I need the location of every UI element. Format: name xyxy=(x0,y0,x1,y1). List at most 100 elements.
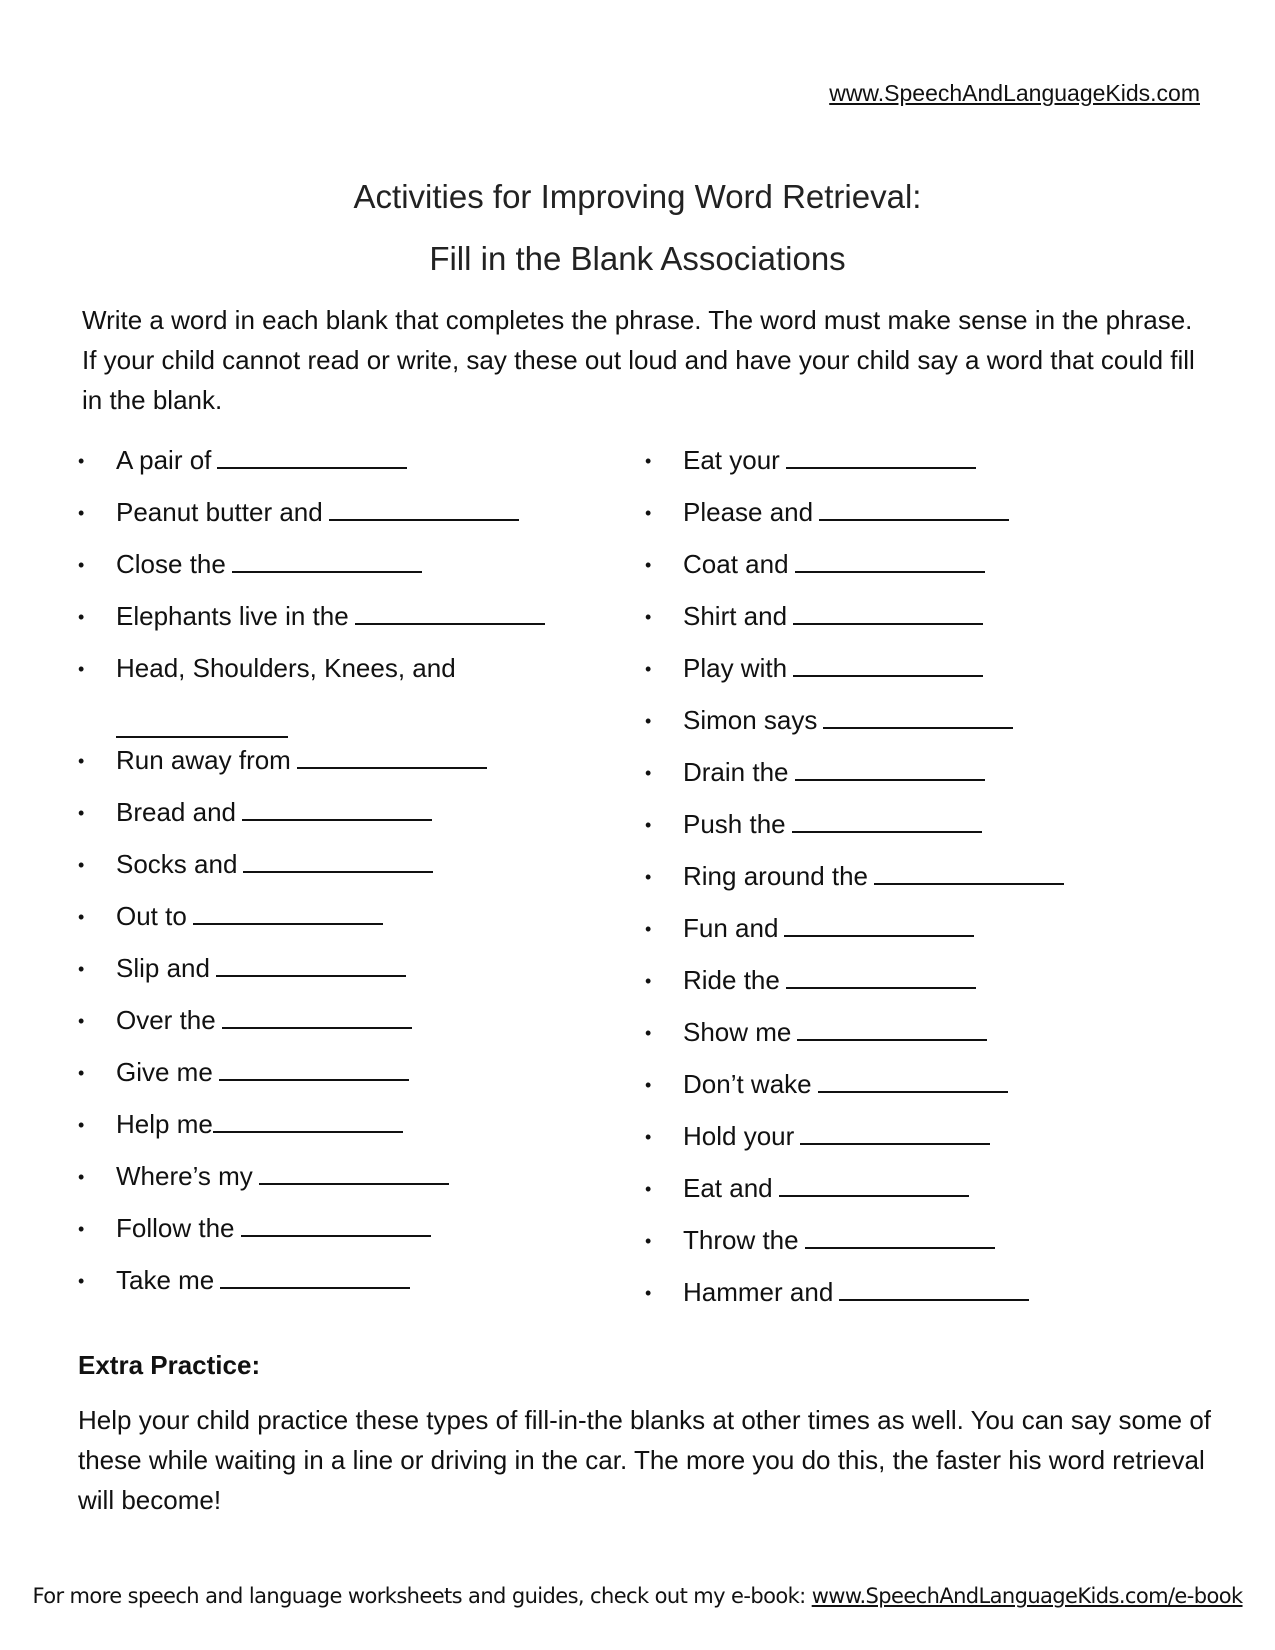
answer-blank[interactable] xyxy=(817,1065,1008,1093)
prompt-text: Hold your xyxy=(683,1121,795,1151)
bullet-icon: • xyxy=(78,1219,85,1239)
prompt-text: Where’s my xyxy=(116,1161,253,1191)
answer-blank[interactable] xyxy=(258,1157,449,1185)
extra-practice-heading: Extra Practice: xyxy=(78,1350,261,1380)
prompt-item: • Don’t wake xyxy=(645,1064,1185,1116)
answer-blank[interactable] xyxy=(328,493,519,521)
prompt-item: • Over the xyxy=(78,1000,618,1052)
prompt-item: • Simon says xyxy=(645,700,1185,752)
site-link[interactable]: www.SpeechAndLanguageKids.com xyxy=(829,80,1200,107)
bullet-icon: • xyxy=(78,803,85,823)
answer-blank[interactable] xyxy=(354,597,545,625)
instructions: Write a word in each blank that complete… xyxy=(82,305,1195,415)
answer-blank[interactable] xyxy=(778,1169,969,1197)
bullet-icon: • xyxy=(645,1127,652,1147)
answer-blank[interactable] xyxy=(212,1105,403,1133)
bullet-icon: • xyxy=(645,1075,652,1095)
prompt-text: Help me xyxy=(116,1109,213,1139)
prompt-text: Show me xyxy=(683,1017,792,1047)
answer-blank[interactable] xyxy=(791,805,982,833)
bullet-icon: • xyxy=(645,1283,652,1303)
prompt-text: Please and xyxy=(683,497,814,527)
prompt-item: • Follow the xyxy=(78,1208,618,1260)
prompt-text: Fun and xyxy=(683,913,779,943)
answer-blank[interactable] xyxy=(240,1209,431,1237)
extra-practice-body: Help your child practice these types of … xyxy=(78,1405,1212,1515)
footer-text: For more speech and language worksheets … xyxy=(32,1584,812,1608)
answer-blank[interactable] xyxy=(823,701,1014,729)
prompt-text: Ring around the xyxy=(683,861,869,891)
bullet-icon: • xyxy=(645,503,652,523)
prompt-text: A pair of xyxy=(116,445,212,475)
prompt-text: Push the xyxy=(683,809,786,839)
left-prompt-list: • A pair of • Peanut butter and • Close the • E… xyxy=(78,440,618,1312)
bullet-icon: • xyxy=(645,763,652,783)
prompt-text: Slip and xyxy=(116,953,210,983)
prompt-text: Ride the xyxy=(683,965,780,995)
answer-blank[interactable] xyxy=(785,441,976,469)
bullet-icon: • xyxy=(78,751,85,771)
bullet-icon: • xyxy=(78,451,85,471)
answer-blank[interactable] xyxy=(192,897,383,925)
prompt-text: Play with xyxy=(683,653,788,683)
prompt-text: Eat your xyxy=(683,445,780,475)
prompt-item: • Out to xyxy=(78,896,618,948)
answer-blank[interactable] xyxy=(839,1273,1030,1301)
answer-blank[interactable] xyxy=(217,441,408,469)
prompt-item: • Hammer and xyxy=(645,1272,1185,1324)
bullet-icon: • xyxy=(78,555,85,575)
bullet-icon: • xyxy=(645,451,652,471)
prompt-item: • Close the xyxy=(78,544,618,596)
answer-blank[interactable] xyxy=(794,545,985,573)
answer-blank[interactable] xyxy=(784,909,975,937)
prompt-item: • Eat and xyxy=(645,1168,1185,1220)
answer-blank[interactable] xyxy=(785,961,976,989)
bullet-icon: • xyxy=(78,907,85,927)
bullet-icon: • xyxy=(78,1011,85,1031)
prompt-item: • Socks and xyxy=(78,844,618,896)
answer-blank[interactable] xyxy=(800,1117,991,1145)
prompt-text: Give me xyxy=(116,1057,213,1087)
bullet-icon: • xyxy=(645,815,652,835)
answer-blank[interactable] xyxy=(220,1261,411,1289)
prompt-text: Out to xyxy=(116,901,187,931)
bullet-icon: • xyxy=(78,855,85,875)
prompt-text: Take me xyxy=(116,1265,215,1295)
prompt-text: Head, Shoulders, Knees, and xyxy=(116,653,456,683)
answer-blank[interactable] xyxy=(215,949,406,977)
answer-blank[interactable] xyxy=(221,1001,412,1029)
answer-blank[interactable] xyxy=(296,741,487,769)
answer-blank[interactable] xyxy=(797,1013,988,1041)
prompt-item: • Ride the xyxy=(645,960,1185,1012)
prompt-item: • Run away from xyxy=(78,740,618,792)
prompt-text: Follow the xyxy=(116,1213,235,1243)
prompt-item: • Peanut butter and xyxy=(78,492,618,544)
prompt-item: • Throw the xyxy=(645,1220,1185,1272)
answer-blank[interactable] xyxy=(793,597,984,625)
bullet-icon: • xyxy=(645,659,652,679)
prompt-text: Bread and xyxy=(116,797,236,827)
prompt-item: • Coat and xyxy=(645,544,1185,596)
bullet-icon: • xyxy=(645,1023,652,1043)
answer-blank[interactable] xyxy=(874,857,1065,885)
answer-blank[interactable] xyxy=(241,793,432,821)
answer-blank[interactable] xyxy=(804,1221,995,1249)
page-title: Activities for Improving Word Retrieval: xyxy=(353,178,922,215)
bullet-icon: • xyxy=(645,555,652,575)
answer-blank[interactable] xyxy=(116,710,288,738)
answer-blank[interactable] xyxy=(819,493,1010,521)
answer-blank[interactable] xyxy=(231,545,422,573)
prompt-text: Hammer and xyxy=(683,1277,834,1307)
bullet-icon: • xyxy=(78,1167,85,1187)
ebook-link[interactable]: www.SpeechAndLanguageKids.com/e-book xyxy=(812,1584,1243,1608)
answer-blank[interactable] xyxy=(243,845,434,873)
answer-blank[interactable] xyxy=(218,1053,409,1081)
prompt-item: • Where’s my xyxy=(78,1156,618,1208)
prompt-item: • Shirt and xyxy=(645,596,1185,648)
answer-blank[interactable] xyxy=(793,649,984,677)
right-prompt-list: • Eat your • Please and • Coat and • Shirt and •… xyxy=(645,440,1185,1324)
bullet-icon: • xyxy=(78,503,85,523)
prompt-item: • Ring around the xyxy=(645,856,1185,908)
bullet-icon: • xyxy=(78,959,85,979)
answer-blank[interactable] xyxy=(794,753,985,781)
